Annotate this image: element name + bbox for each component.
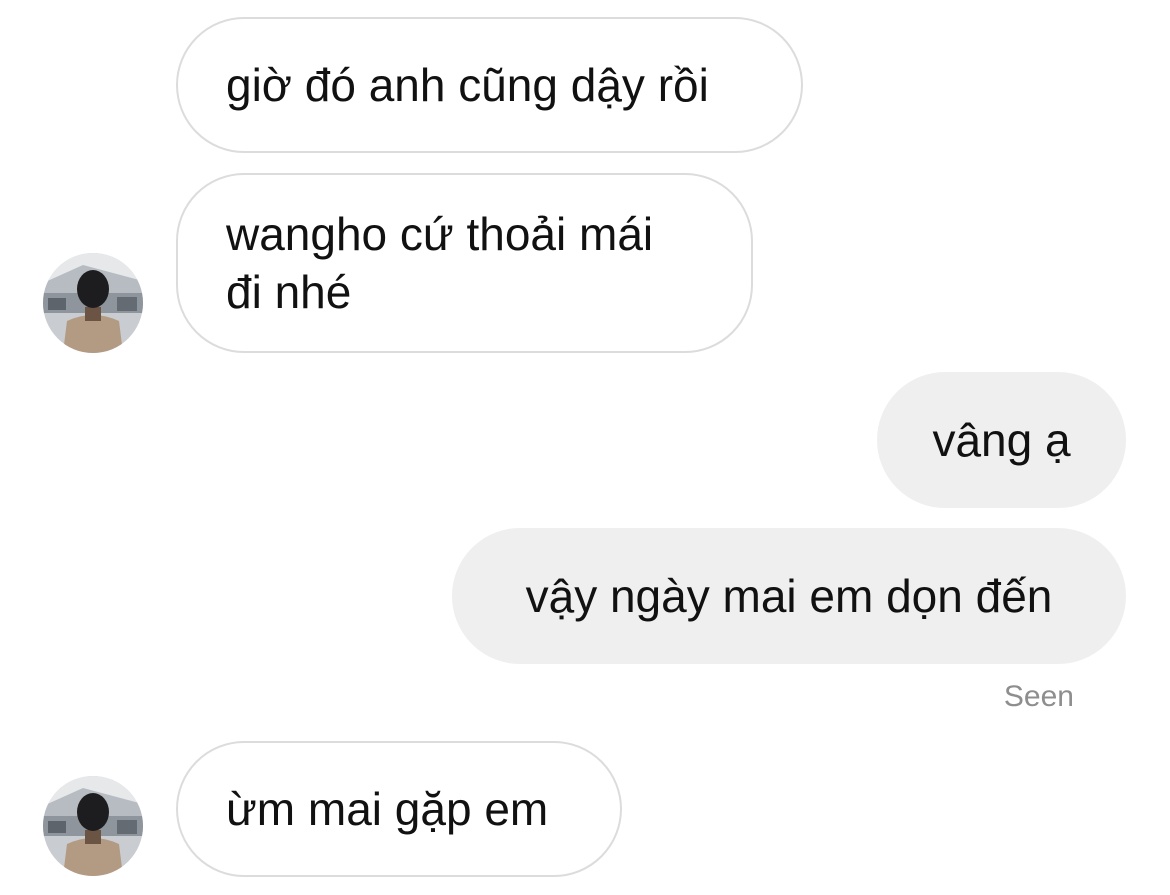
avatar-photo-icon [43,253,143,353]
avatar-photo-icon [43,776,143,876]
message-text: ừm mai gặp em [226,783,549,835]
message-bubble-outgoing[interactable]: vâng ạ [877,372,1126,508]
message-text: wangho cứ thoải mái đi nhé [226,208,654,318]
message-text: giờ đó anh cũng dậy rồi [226,59,709,111]
message-bubble-incoming[interactable]: ừm mai gặp em [176,741,622,877]
message-bubble-incoming[interactable]: wangho cứ thoải mái đi nhé [176,173,753,353]
message-bubble-incoming[interactable]: giờ đó anh cũng dậy rồi [176,17,803,153]
contact-avatar[interactable] [43,776,143,876]
message-text: vâng ạ [932,414,1071,466]
message-bubble-outgoing[interactable]: vậy ngày mai em dọn đến [452,528,1126,664]
seen-indicator: Seen [1003,680,1074,713]
message-text: vậy ngày mai em dọn đến [525,570,1053,622]
contact-avatar[interactable] [43,253,143,353]
